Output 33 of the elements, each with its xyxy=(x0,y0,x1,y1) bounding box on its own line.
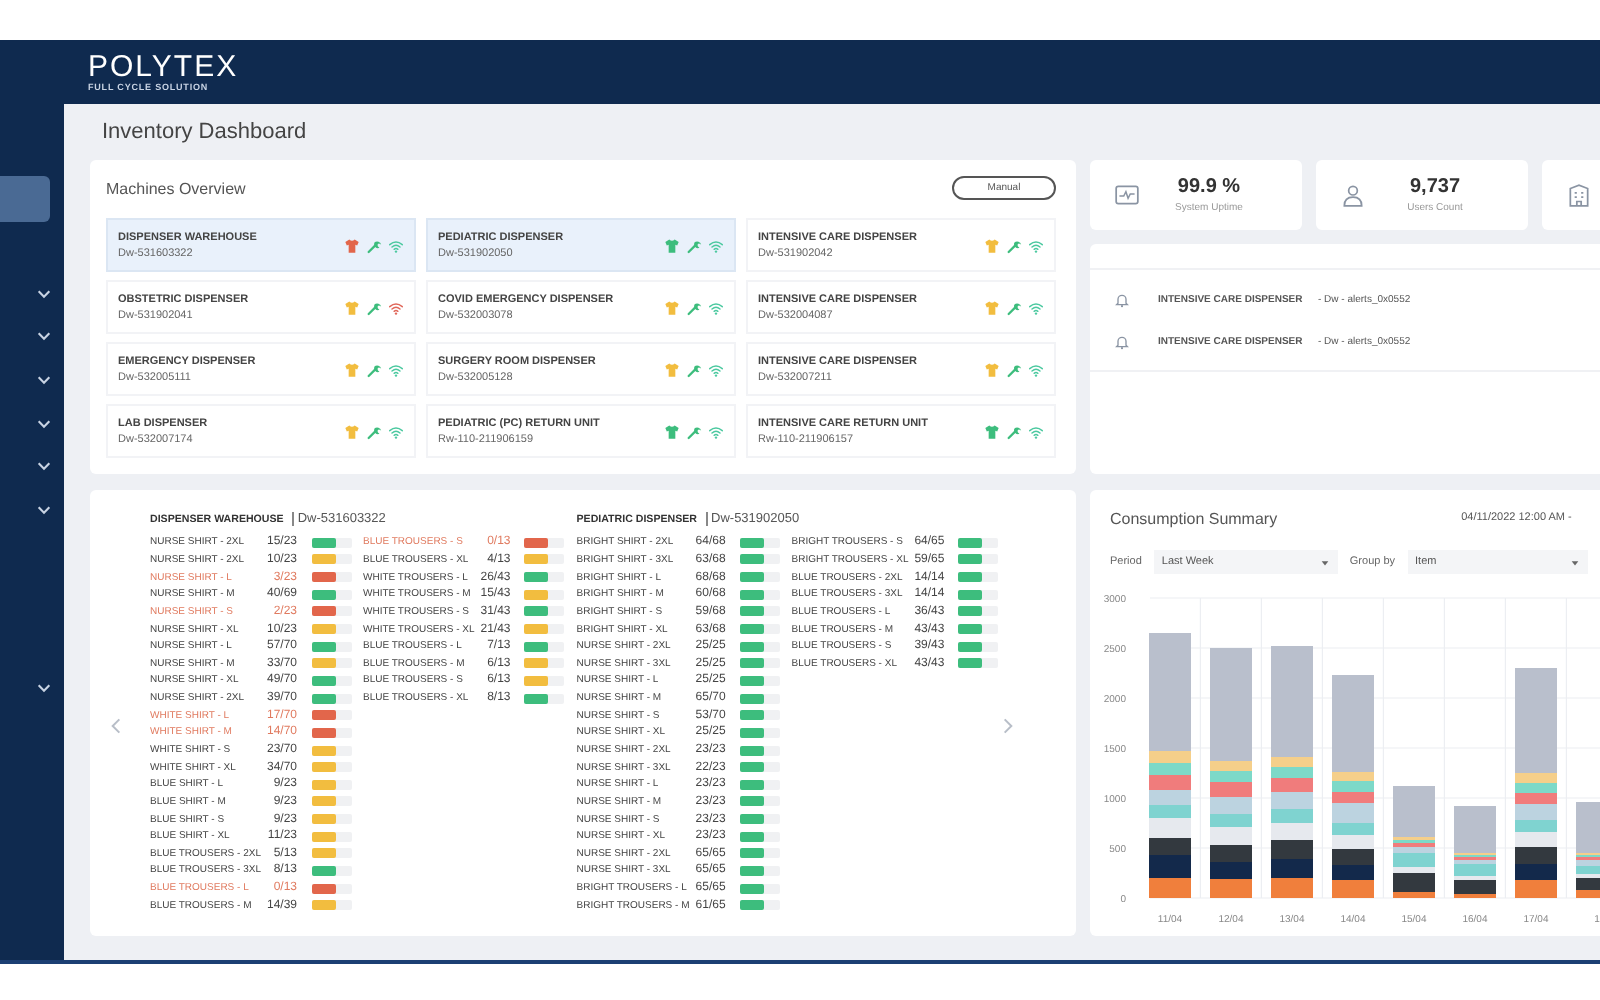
panel-title: Machines Overview xyxy=(106,179,246,197)
wrench-icon xyxy=(686,299,702,315)
chevron-down-icon[interactable] xyxy=(36,679,52,696)
caret-icon xyxy=(1569,557,1580,567)
logo: POLYTEX xyxy=(88,52,239,82)
person-icon xyxy=(1340,182,1366,208)
bell-icon xyxy=(1114,333,1130,349)
panel-title: Consumption Summary xyxy=(1110,509,1278,527)
page-title: Inventory Dashboard xyxy=(100,118,309,148)
wrench-icon xyxy=(366,423,382,439)
nav-item[interactable] xyxy=(0,176,50,223)
building-icon xyxy=(1566,182,1592,208)
stat-value: 99.9 % xyxy=(1175,176,1243,198)
chevron-down-icon[interactable] xyxy=(36,501,52,518)
wrench-icon xyxy=(366,299,382,315)
wrench-icon xyxy=(366,361,382,377)
chevron-down-icon[interactable] xyxy=(36,458,52,475)
bell-icon xyxy=(1114,291,1130,307)
monitor-icon xyxy=(1114,182,1140,208)
wrench-icon xyxy=(1006,361,1022,377)
wrench-icon xyxy=(366,237,382,253)
chevron-down-icon[interactable] xyxy=(36,285,52,302)
wrench-icon xyxy=(1006,237,1022,253)
wrench-icon xyxy=(686,361,702,377)
stat-value: 9,737 xyxy=(1407,176,1463,198)
chevron-down-icon[interactable] xyxy=(36,328,52,345)
chevron-down-icon[interactable] xyxy=(36,371,52,388)
wrench-icon xyxy=(686,237,702,253)
caret-icon xyxy=(1319,557,1330,567)
wrench-icon xyxy=(1006,299,1022,315)
wrench-icon xyxy=(1006,423,1022,439)
chevron-down-icon[interactable] xyxy=(36,415,52,432)
wrench-icon xyxy=(686,423,702,439)
